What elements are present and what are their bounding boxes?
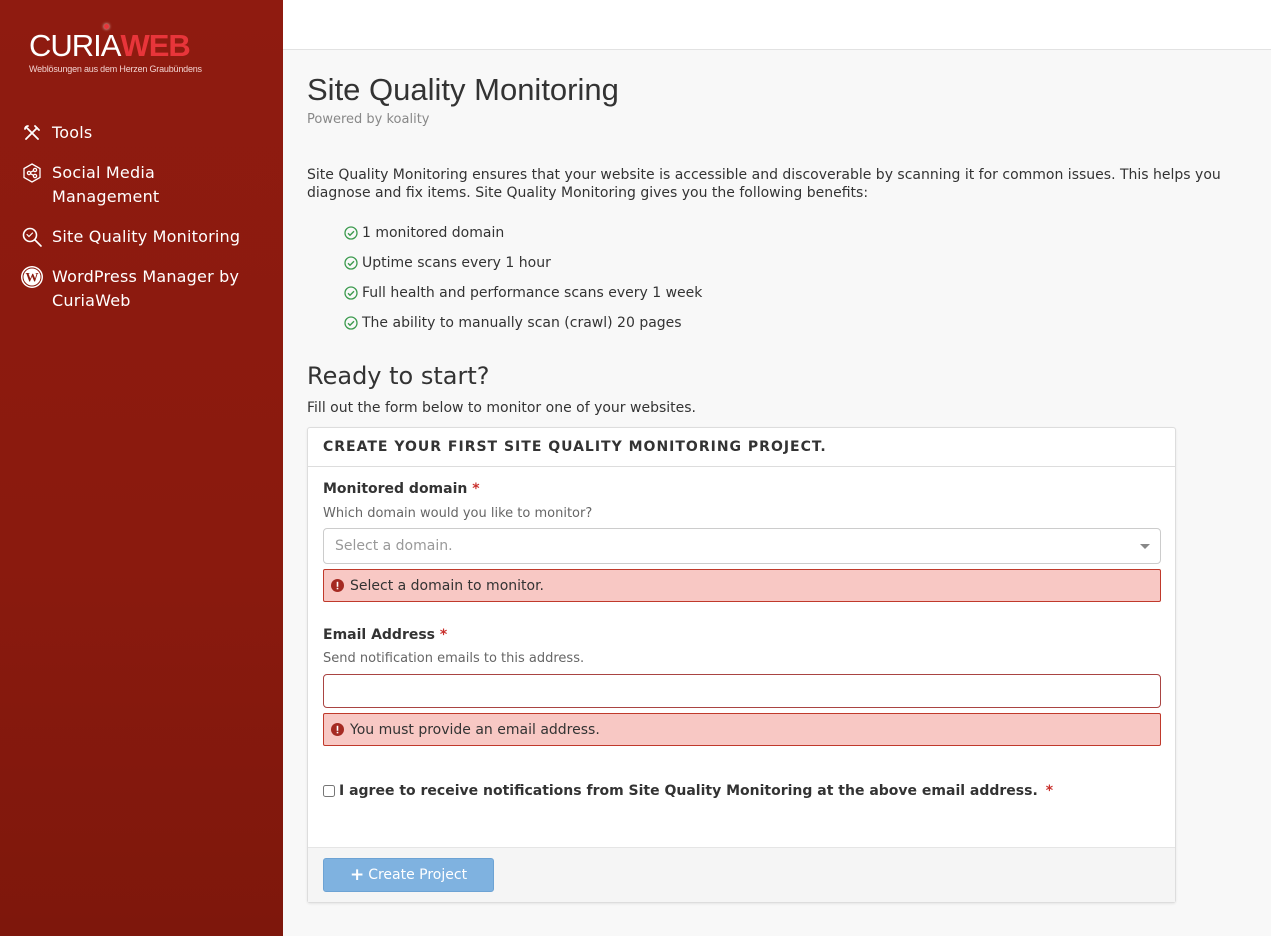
create-project-button[interactable]: + Create Project <box>323 858 494 892</box>
social-media-icon <box>20 161 44 185</box>
exclamation-circle-icon <box>331 579 344 592</box>
sidebar-item-wordpress-manager[interactable]: W WordPress Manager by CuriaWeb <box>20 265 260 313</box>
sidebar-item-label: Tools <box>52 123 93 142</box>
list-item: Full health and performance scans every … <box>344 278 702 308</box>
form-header: CREATE YOUR FIRST SITE QUALITY MONITORIN… <box>308 428 1175 467</box>
list-item: 1 monitored domain <box>344 218 702 248</box>
check-circle-icon <box>344 316 358 330</box>
logo-dot-icon <box>104 24 109 29</box>
agree-checkbox-row[interactable]: I agree to receive notifications from Si… <box>323 783 1053 799</box>
domain-label: Monitored domain * <box>323 481 480 497</box>
ready-subtext: Fill out the form below to monitor one o… <box>307 400 696 416</box>
domain-error-message: Select a domain to monitor. <box>323 569 1161 602</box>
powered-by-text: Powered by koality <box>307 112 430 127</box>
domain-select-placeholder: Select a domain. <box>335 538 453 554</box>
logo-text-web: WEB <box>120 28 190 63</box>
exclamation-circle-icon <box>331 723 344 736</box>
chevron-down-icon <box>1140 544 1150 549</box>
agree-label: I agree to receive notifications from Si… <box>339 783 1038 799</box>
logo-text-curia: CURIA <box>29 28 121 63</box>
list-item: The ability to manually scan (crawl) 20 … <box>344 308 702 338</box>
benefit-text: Full health and performance scans every … <box>362 285 703 301</box>
benefit-text: Uptime scans every 1 hour <box>362 255 551 271</box>
create-project-form: CREATE YOUR FIRST SITE QUALITY MONITORIN… <box>307 427 1176 903</box>
domain-select[interactable]: Select a domain. <box>323 528 1161 564</box>
sidebar-item-label: Social Media Management <box>52 163 160 206</box>
benefit-text: 1 monitored domain <box>362 225 505 241</box>
list-item: Uptime scans every 1 hour <box>344 248 702 278</box>
intro-text: Site Quality Monitoring ensures that you… <box>307 167 1221 201</box>
curiaweb-logo[interactable]: CURIAWEB Weblösungen aus dem Herzen Grau… <box>29 24 202 74</box>
benefit-text: The ability to manually scan (crawl) 20 … <box>362 315 682 331</box>
tools-icon <box>20 121 44 145</box>
email-error-message: You must provide an email address. <box>323 713 1161 746</box>
required-mark: * <box>472 481 480 497</box>
check-circle-icon <box>344 256 358 270</box>
email-field[interactable] <box>323 674 1161 708</box>
search-magnifier-icon <box>20 225 44 249</box>
check-circle-icon <box>344 226 358 240</box>
check-circle-icon <box>344 286 358 300</box>
svg-text:W: W <box>26 270 39 285</box>
sidebar-item-tools[interactable]: Tools <box>20 121 92 145</box>
sidebar-item-label: Site Quality Monitoring <box>52 227 241 246</box>
form-footer: + Create Project <box>308 847 1175 902</box>
benefits-list: 1 monitored domain Uptime scans every 1 … <box>344 218 702 338</box>
top-bar <box>283 0 1271 50</box>
page-title: Site Quality Monitoring <box>307 72 619 107</box>
required-mark: * <box>1045 783 1054 799</box>
sidebar-item-site-quality-monitoring[interactable]: Site Quality Monitoring <box>20 225 240 249</box>
required-mark: * <box>439 627 448 643</box>
wordpress-icon: W <box>20 265 44 289</box>
email-label: Email Address * <box>323 627 448 643</box>
email-help-text: Send notification emails to this address… <box>323 651 585 666</box>
domain-help-text: Which domain would you like to monitor? <box>323 506 593 521</box>
sidebar-item-label: WordPress Manager by CuriaWeb <box>52 267 240 310</box>
ready-heading: Ready to start? <box>307 362 490 390</box>
sidebar: CURIAWEB Weblösungen aus dem Herzen Grau… <box>0 0 283 936</box>
agree-checkbox[interactable] <box>323 785 335 797</box>
logo-tagline: Weblösungen aus dem Herzen Graubündens <box>29 64 202 74</box>
plus-icon: + <box>349 865 365 885</box>
sidebar-item-social-media[interactable]: Social Media Management <box>20 161 220 209</box>
